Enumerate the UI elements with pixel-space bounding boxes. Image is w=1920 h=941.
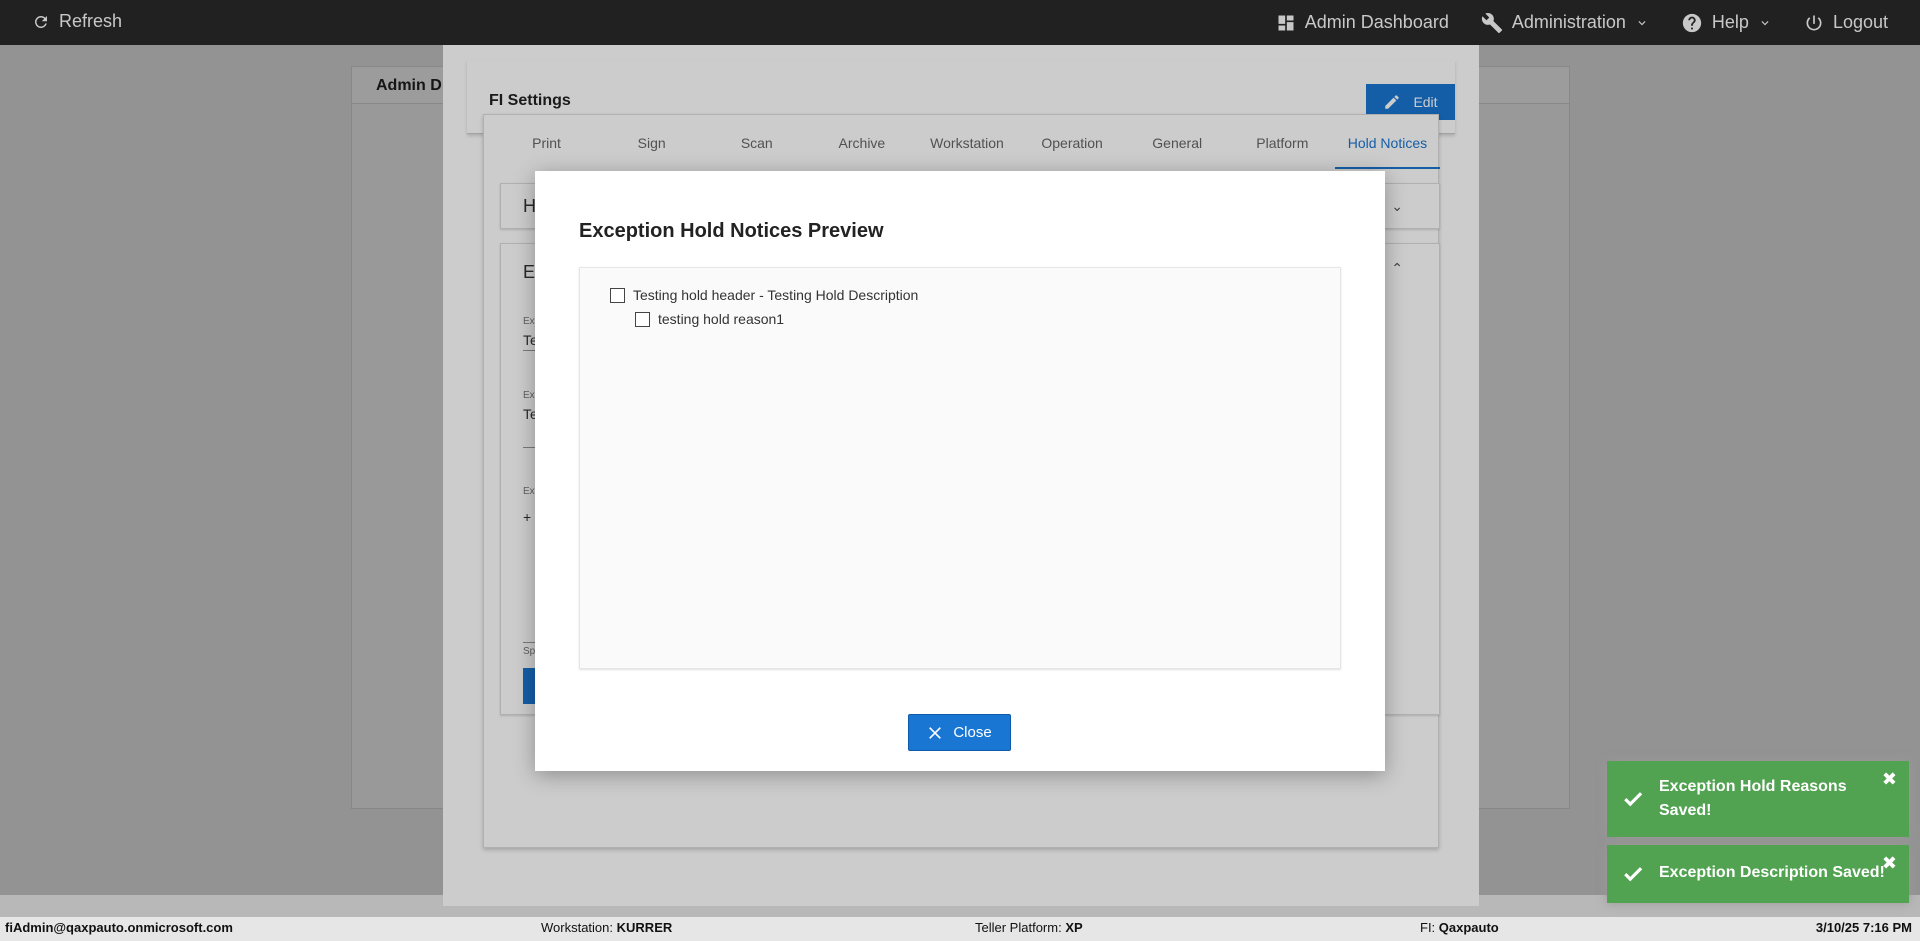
tree-item-reason: testing hold reason1 — [635, 311, 784, 327]
toast-line: Exception Hold Reasons — [1659, 778, 1847, 795]
toast-close-icon[interactable]: ✖ — [1882, 769, 1897, 790]
datetime: 3/10/25 7:16 PM — [1815, 920, 1912, 935]
workstation-status: Workstation: KURRER — [541, 920, 672, 935]
tree-item-label: testing hold reason1 — [658, 311, 785, 327]
wrench-icon — [1481, 12, 1502, 33]
tree-item-header: Testing hold header - Testing Hold Descr… — [610, 287, 918, 303]
fi-label: FI: — [1420, 920, 1436, 935]
fi-status: FI: Qaxpauto — [1420, 920, 1499, 935]
teller-label: Teller Platform: — [975, 920, 1062, 935]
close-label: Close — [953, 724, 992, 741]
admin-dashboard-link[interactable]: Admin Dashboard — [1276, 12, 1449, 33]
administration-label: Administration — [1511, 12, 1626, 32]
check-icon — [1624, 792, 1643, 807]
checkbox[interactable] — [635, 311, 650, 327]
toast-message: Exception Hold Reasons Saved! — [1659, 775, 1847, 823]
administration-menu[interactable]: Administration — [1481, 12, 1649, 34]
toast-close-icon[interactable]: ✖ — [1882, 853, 1897, 874]
logout-button[interactable]: Logout — [1804, 12, 1888, 33]
help-icon — [1682, 13, 1702, 32]
admin-dashboard-label: Admin Dashboard — [1304, 12, 1449, 32]
tree-item-label: Testing hold header - Testing Hold Descr… — [633, 287, 919, 303]
toast-line: Saved! — [1659, 802, 1712, 819]
close-button[interactable]: Close — [908, 714, 1011, 751]
top-nav-bar: Refresh Admin Dashboard Administration H… — [0, 0, 1920, 45]
help-menu[interactable]: Help — [1681, 12, 1772, 34]
user-email: fiAdmin@qaxpauto.onmicrosoft.com — [5, 920, 233, 935]
toast-message: Exception Description Saved! — [1659, 864, 1885, 881]
checkbox[interactable] — [610, 287, 625, 303]
fi-value: Qaxpauto — [1438, 920, 1499, 935]
toast-hold-reasons-saved: Exception Hold Reasons Saved! ✖ — [1607, 761, 1909, 837]
help-label: Help — [1711, 12, 1749, 32]
refresh-button[interactable]: Refresh — [32, 11, 122, 32]
dashboard-icon — [1278, 15, 1294, 30]
exception-hold-notices-preview-dialog: Exception Hold Notices Preview Testing h… — [535, 171, 1385, 771]
teller-value: XP — [1065, 920, 1083, 935]
dialog-title: Exception Hold Notices Preview — [579, 220, 884, 242]
toast-description-saved: Exception Description Saved! ✖ — [1607, 845, 1909, 903]
workstation-label: Workstation: — [541, 920, 614, 935]
logout-label: Logout — [1832, 12, 1888, 32]
power-icon — [1806, 15, 1822, 30]
refresh-label: Refresh — [59, 11, 123, 31]
refresh-icon — [34, 15, 47, 28]
chevron-down-icon — [1761, 20, 1769, 25]
preview-tree: Testing hold header - Testing Hold Descr… — [579, 267, 1341, 669]
teller-platform-status: Teller Platform: XP — [975, 920, 1083, 935]
check-icon — [1624, 867, 1643, 882]
close-icon — [929, 726, 942, 739]
chevron-down-icon — [1638, 20, 1646, 25]
workstation-value: KURRER — [616, 920, 673, 935]
status-bar: fiAdmin@qaxpauto.onmicrosoft.com Worksta… — [0, 917, 1920, 941]
